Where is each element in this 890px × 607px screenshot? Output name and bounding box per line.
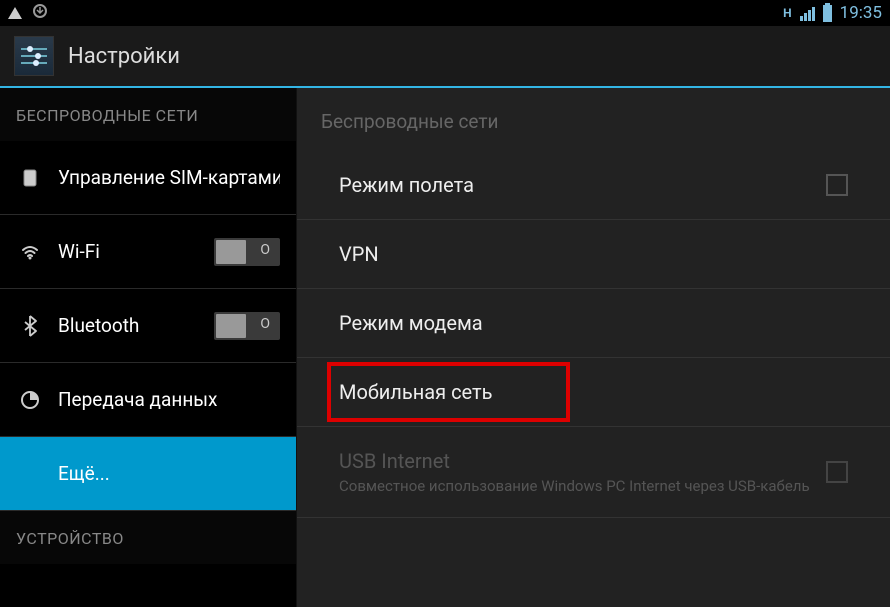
detail-item-label: USB Internet [339, 449, 826, 473]
status-left [8, 3, 48, 23]
airplane-checkbox[interactable] [826, 174, 848, 196]
battery-icon [823, 5, 832, 22]
detail-item-subtitle: Совместное использование Windows PC Inte… [339, 477, 826, 495]
sidebar-item-wifi[interactable]: Wi-Fi O [0, 215, 296, 289]
warning-icon [8, 7, 22, 19]
detail-item-tethering[interactable]: Режим модема [297, 289, 890, 358]
sim-icon [16, 168, 44, 188]
status-bar: H 19:35 [0, 0, 890, 26]
detail-item-mobile-network[interactable]: Мобильная сеть [297, 358, 890, 427]
detail-item-label: VPN [339, 242, 848, 266]
wifi-toggle[interactable]: O [214, 238, 280, 266]
status-time: 19:35 [840, 3, 882, 23]
sidebar-section-wireless: Беспроводные сети [0, 88, 296, 141]
detail-item-label: Мобильная сеть [339, 380, 848, 404]
detail-item-usb-internet: USB Internet Совместное использование Wi… [297, 427, 890, 518]
detail-item-airplane[interactable]: Режим полета [297, 151, 890, 220]
sidebar: Беспроводные сети Управление SIM-картами… [0, 88, 297, 607]
sidebar-item-more[interactable]: Ещё... [0, 437, 296, 511]
sidebar-item-label: Wi-Fi [58, 240, 214, 263]
sidebar-item-label: Управление SIM-картами [58, 166, 280, 189]
detail-item-vpn[interactable]: VPN [297, 220, 890, 289]
signal-icon [800, 5, 815, 21]
sidebar-item-label: Bluetooth [58, 314, 214, 337]
main-content: Беспроводные сети Управление SIM-картами… [0, 88, 890, 607]
detail-item-label: Режим полета [339, 173, 826, 197]
sidebar-item-bluetooth[interactable]: Bluetooth O [0, 289, 296, 363]
sidebar-item-sim[interactable]: Управление SIM-картами [0, 141, 296, 215]
usb-internet-checkbox [826, 461, 848, 483]
data-usage-icon [16, 390, 44, 410]
sidebar-item-label: Передача данных [58, 388, 280, 411]
download-icon [32, 3, 48, 23]
bluetooth-icon [16, 315, 44, 337]
wifi-icon [16, 242, 44, 262]
settings-icon [14, 36, 54, 76]
page-title: Настройки [68, 44, 180, 69]
sidebar-item-data-usage[interactable]: Передача данных [0, 363, 296, 437]
data-icon: H [783, 6, 791, 20]
bluetooth-toggle[interactable]: O [214, 312, 280, 340]
app-header: Настройки [0, 26, 890, 88]
sidebar-item-label: Ещё... [58, 462, 280, 485]
detail-panel: Беспроводные сети Режим полета VPN Режим… [297, 88, 890, 607]
detail-section-title: Беспроводные сети [297, 88, 890, 151]
status-right: H 19:35 [783, 3, 882, 23]
detail-item-label: Режим модема [339, 311, 848, 335]
sidebar-section-device: Устройство [0, 511, 296, 564]
